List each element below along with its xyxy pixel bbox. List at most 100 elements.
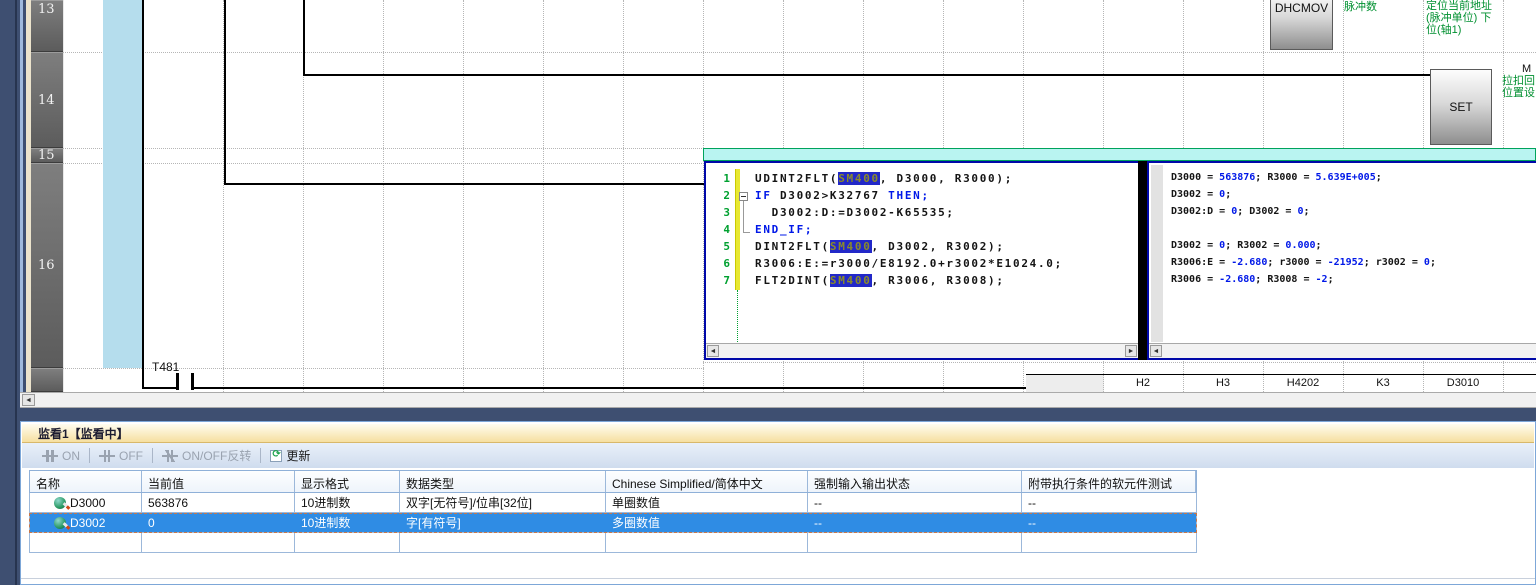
current-value-cell[interactable]: 563876	[142, 493, 295, 512]
st-monitor-hscrollbar[interactable]: ◄	[1149, 343, 1536, 358]
force-state-cell[interactable]: --	[808, 493, 1022, 512]
operand-cell[interactable]: H3	[1183, 377, 1263, 389]
device-comment: 拉扣回 位置设	[1502, 75, 1535, 99]
ladder-wire	[224, 183, 705, 185]
toolbar-separator	[89, 448, 90, 463]
st-code-text: D3002:D:=D3002-K65535;	[755, 206, 955, 219]
operand-cell[interactable]: H4202	[1263, 377, 1343, 389]
st-code-text: DINT2FLT(SM400, D3002, R3002);	[755, 240, 1005, 253]
st-code-line[interactable]: 5 DINT2FLT(SM400, D3002, R3002);	[706, 240, 1138, 257]
contact-device-label[interactable]: T481	[152, 360, 179, 374]
watch-cell[interactable]	[606, 533, 808, 552]
contact-on-icon	[42, 450, 58, 462]
contact-bar	[176, 373, 179, 390]
watch-row[interactable]: D300056387610进制数双字[无符号]/位串[32位]单圈数值----	[29, 493, 1197, 513]
st-code-hscrollbar[interactable]: ◄ ►	[706, 343, 1138, 358]
scroll-left-arrow-icon[interactable]: ◄	[22, 394, 35, 406]
st-code-text: R3006:E:=r3000/E8192.0+r3002*E1024.0;	[755, 257, 1063, 270]
current-value-cell[interactable]: 0	[142, 513, 295, 532]
off-button[interactable]: OFF	[93, 447, 149, 465]
data-type-cell[interactable]: 字[有符号]	[400, 513, 606, 532]
data-type-cell[interactable]: 双字[无符号]/位串[32位]	[400, 493, 606, 512]
cell-text: 多圈数值	[612, 514, 660, 531]
set-device-label: M	[1522, 63, 1531, 75]
st-code-text: IF D3002>K32767 THEN;	[755, 189, 930, 202]
scroll-right-arrow-icon[interactable]: ►	[1125, 345, 1137, 357]
st-code-line[interactable]: 2IF D3002>K32767 THEN;	[706, 189, 1138, 206]
cell-text: D3002	[70, 516, 105, 530]
display-format-cell[interactable]: 10进制数	[295, 513, 400, 532]
column-header[interactable]: 名称	[30, 471, 142, 492]
comment-cell[interactable]: 单圈数值	[606, 493, 808, 512]
column-header[interactable]: 显示格式	[295, 471, 400, 492]
device-name-cell[interactable]: D3002	[30, 513, 142, 532]
watch-title-label: 监看1【监看中】	[38, 425, 129, 442]
st-monitor-line: D3002:D = 0; D3002 = 0;	[1171, 206, 1310, 223]
set-instruction-block[interactable]: SET	[1430, 69, 1492, 145]
ladder-cursor-column	[103, 0, 143, 368]
column-header[interactable]: 强制输入输出状态	[808, 471, 1022, 492]
toolbar-separator	[260, 448, 261, 463]
device-test-cell[interactable]: --	[1022, 493, 1196, 512]
grid-line	[543, 0, 544, 392]
st-code-line[interactable]: 4END_IF;	[706, 223, 1138, 240]
watch-table: 名称当前值显示格式数据类型Chinese Simplified/简体中文强制输入…	[29, 470, 1197, 553]
device-comment: 脉冲数	[1344, 1, 1377, 13]
st-code-line[interactable]: 7FLT2DINT(SM400, R3006, R3008);	[706, 274, 1138, 291]
comment-cell[interactable]: 多圈数值	[606, 513, 808, 532]
instruction-label: DHCMOV	[1275, 1, 1328, 15]
device-icon	[54, 497, 66, 509]
operand-cell[interactable]: K3	[1343, 377, 1423, 389]
watch-title-bar[interactable]: 监看1【监看中】	[22, 424, 1534, 443]
plc-ide-window: 13 14 15 16 T481 DHCMOV 脉冲数 定位当前地址 (脉冲单位…	[0, 0, 1536, 585]
column-header[interactable]: 当前值	[142, 471, 295, 492]
device-test-cell[interactable]: --	[1022, 513, 1196, 532]
st-line-number: 5	[710, 240, 730, 253]
on-button[interactable]: ON	[36, 447, 86, 465]
st-monitor-pane[interactable]: D3000 = 563876; R3000 = 5.639E+005;D3002…	[1147, 161, 1536, 360]
watch-cell[interactable]	[1022, 533, 1196, 552]
st-monitor-gutter	[1151, 165, 1163, 342]
device-name-cell[interactable]: D3000	[30, 493, 142, 512]
operand-empty-cell[interactable]	[1026, 375, 1104, 392]
dhcmov-instruction-block[interactable]: DHCMOV	[1270, 0, 1333, 50]
watch-cell[interactable]	[142, 533, 295, 552]
watch-cell[interactable]	[295, 533, 400, 552]
column-header[interactable]: 数据类型	[400, 471, 606, 492]
scroll-left-arrow-icon[interactable]: ◄	[707, 345, 719, 357]
on-off--button[interactable]: ON/OFF反转	[156, 445, 257, 466]
refresh-button[interactable]: 更新	[264, 445, 316, 466]
st-code-text: UDINT2FLT(SM400, D3000, R3000);	[755, 172, 1013, 185]
operand-cell[interactable]: D3010	[1423, 377, 1503, 389]
st-code-line[interactable]: 3 D3002:D:=D3002-K65535;	[706, 206, 1138, 223]
operand-cell[interactable]: H2	[1103, 377, 1183, 389]
st-code-editor[interactable]: 1UDINT2FLT(SM400, D3000, R3000);2IF D300…	[704, 161, 1140, 360]
watch-cell[interactable]	[30, 533, 142, 552]
st-line-number: 4	[710, 223, 730, 236]
grid-line	[463, 0, 464, 392]
ladder-hscrollbar[interactable]: ◄	[20, 392, 1536, 408]
operand-cell[interactable]: M	[1503, 377, 1536, 389]
grid-line	[63, 52, 1536, 53]
st-pane-splitter[interactable]	[1138, 161, 1147, 360]
column-header[interactable]: Chinese Simplified/简体中文	[606, 471, 808, 492]
watch-row[interactable]	[29, 533, 1197, 553]
scroll-left-arrow-icon[interactable]: ◄	[1150, 345, 1162, 357]
force-state-cell[interactable]: --	[808, 513, 1022, 532]
selected-device-text: SM400	[830, 274, 872, 287]
display-format-cell[interactable]: 10进制数	[295, 493, 400, 512]
toolbar-button-label: ON/OFF反转	[182, 447, 251, 464]
st-code-line[interactable]: 6R3006:E:=r3000/E8192.0+r3002*E1024.0;	[706, 257, 1138, 274]
column-header[interactable]: 附带执行条件的软元件测试	[1022, 471, 1196, 492]
watch-toolbar: ON OFF ON/OFF反转更新	[22, 443, 1534, 468]
st-box-header[interactable]	[703, 148, 1536, 161]
ladder-wire	[143, 387, 176, 389]
st-code-line[interactable]: 1UDINT2FLT(SM400, D3000, R3000);	[706, 172, 1138, 189]
cell-text: 10进制数	[301, 494, 350, 511]
watch-row[interactable]: D3002 010进制数字[有符号] 多圈数值 ----	[29, 513, 1197, 533]
watch-cell[interactable]	[808, 533, 1022, 552]
ladder-wire	[303, 74, 1430, 76]
watch-cell[interactable]	[400, 533, 606, 552]
st-code-text: FLT2DINT(SM400, R3006, R3008);	[755, 274, 1005, 287]
instruction-label: SET	[1449, 100, 1472, 114]
